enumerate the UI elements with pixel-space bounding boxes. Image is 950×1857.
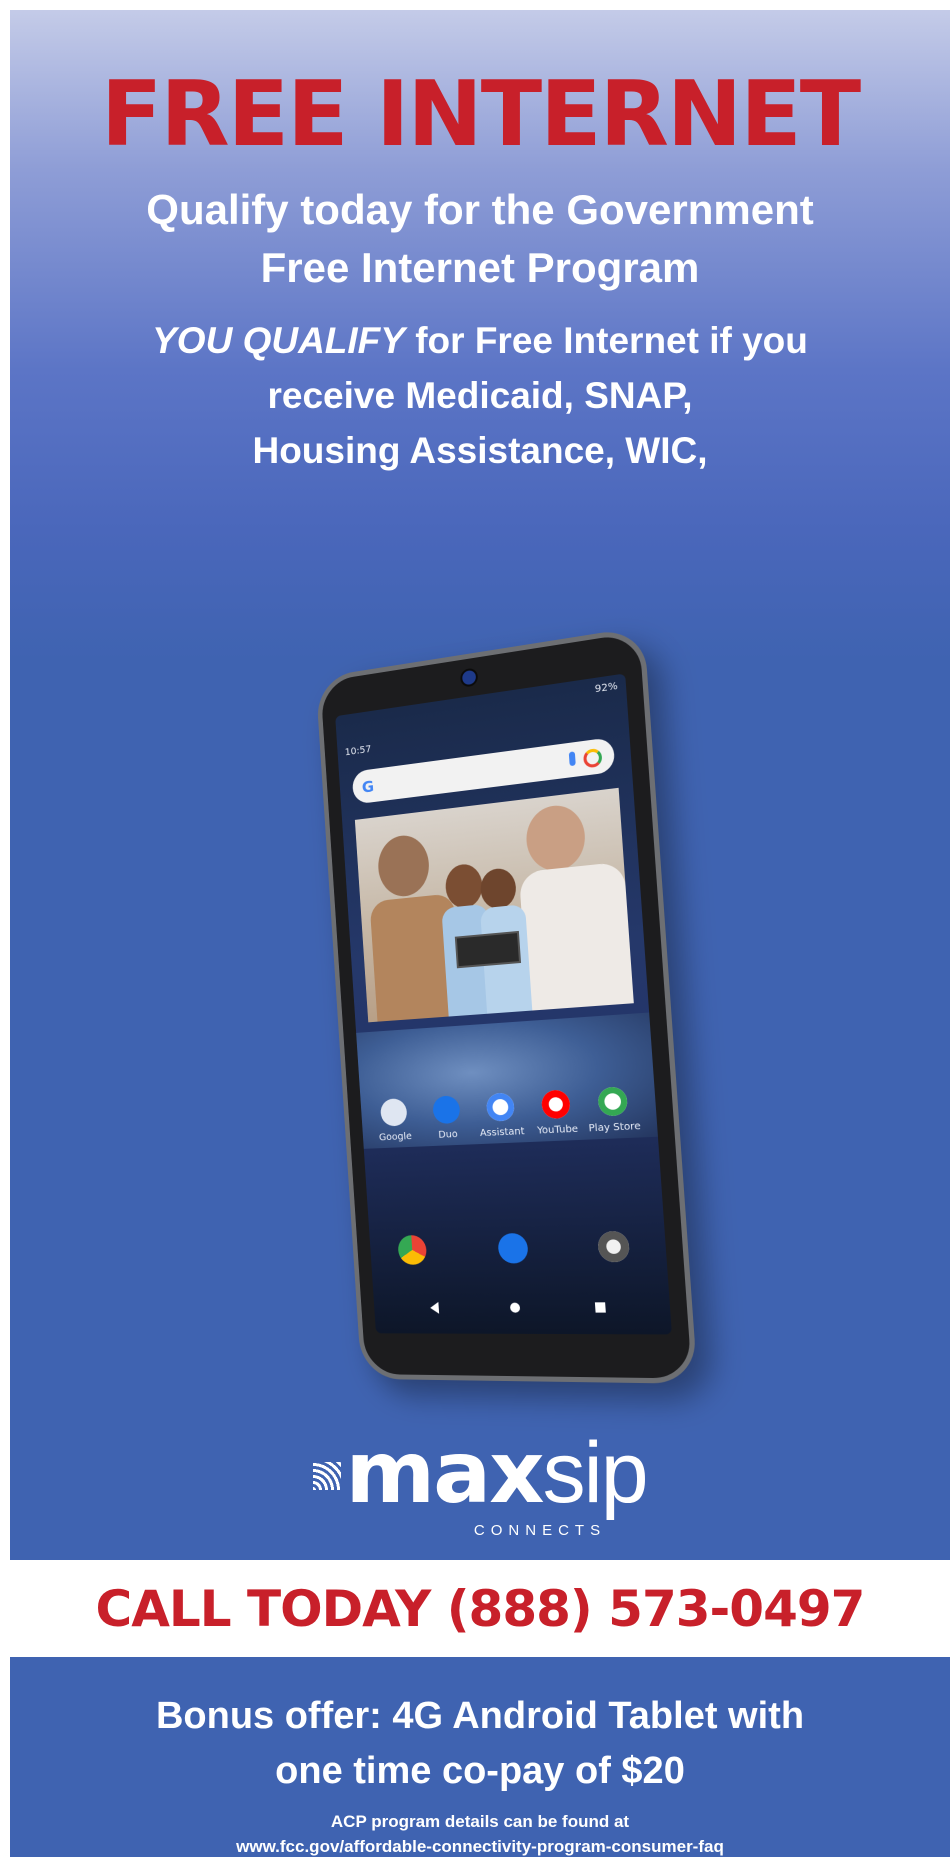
bonus-offer-line-2: one time co-pay of $20	[275, 1750, 685, 1792]
youtube-icon	[540, 1089, 571, 1120]
google-folder-icon	[379, 1098, 408, 1127]
app-youtube[interactable]: YouTube	[528, 1089, 585, 1137]
app-google[interactable]: Google	[368, 1097, 421, 1143]
brand-tagline: CONNECTS	[473, 1522, 607, 1539]
brand-wordmark: maxsip	[10, 1430, 950, 1516]
assistant-icon	[485, 1092, 516, 1122]
app-label-duo: Duo	[438, 1129, 459, 1141]
subheadline-line-2: Free Internet Program	[260, 244, 700, 291]
status-time: 10:57	[344, 744, 372, 759]
app-label-google: Google	[378, 1131, 413, 1144]
qualify-line-1-rest: for Free Internet if you	[404, 320, 808, 361]
grandmother-figure	[524, 802, 588, 874]
child-figure-2	[479, 866, 518, 911]
headline: FREE INTERNET	[100, 62, 861, 167]
back-icon[interactable]	[429, 1301, 440, 1314]
brand-name-light: sip	[542, 1425, 649, 1521]
app-duo[interactable]: Duo	[420, 1095, 474, 1142]
qualify-line-1: YOU QUALIFY for Free Internet if you	[70, 315, 890, 367]
status-battery: 92%	[594, 680, 619, 696]
status-bar: 10:57 92%	[343, 680, 619, 758]
advertisement: FREE INTERNET Qualify today for the Gove…	[10, 10, 950, 1857]
contacts-icon[interactable]	[497, 1232, 529, 1264]
app-assistant[interactable]: Assistant	[473, 1092, 529, 1140]
tablet-image: 10:57 92% G Google Duo Assistant YouTube…	[315, 626, 698, 1390]
google-icon: G	[361, 776, 375, 797]
subheadline-line-1: Qualify today for the Government	[146, 186, 814, 233]
call-to-action-bar: CALL TODAY (888) 573-0497	[10, 1560, 950, 1657]
app-label-play-store: Play Store	[588, 1120, 642, 1135]
camera-icon	[459, 667, 479, 688]
family-photo	[354, 787, 634, 1023]
grandmother-body	[518, 861, 634, 1011]
lens-icon	[582, 747, 603, 769]
dock	[369, 1220, 668, 1285]
qualify-line-2: receive Medicaid, SNAP,	[267, 375, 693, 416]
brand-name-bold: max	[345, 1423, 544, 1523]
camera-app-icon[interactable]	[597, 1230, 631, 1263]
recents-icon[interactable]	[594, 1302, 606, 1313]
mic-icon	[568, 751, 576, 767]
call-to-action[interactable]: CALL TODAY (888) 573-0497	[96, 1580, 866, 1638]
app-play-store[interactable]: Play Store	[584, 1086, 643, 1135]
app-label-youtube: YouTube	[536, 1123, 579, 1137]
fine-print-url[interactable]: www.fcc.gov/affordable-connectivity-prog…	[70, 1835, 890, 1857]
app-row: Google Duo Assistant YouTube Play Store	[368, 1085, 651, 1168]
grandfather-figure	[376, 832, 431, 899]
small-tablet-in-photo	[454, 930, 522, 969]
tablet-screen: 10:57 92% G Google Duo Assistant YouTube…	[335, 673, 672, 1335]
fine-print-line-1: ACP program details can be found at	[330, 1812, 630, 1831]
navigation-bar	[373, 1293, 671, 1324]
qualify-line-3: Housing Assistance, WIC,	[252, 430, 708, 471]
brand-logo: maxsip CONNECTS	[10, 1430, 950, 1539]
bonus-offer-line-1: Bonus offer: 4G Android Tablet with	[155, 1695, 805, 1737]
home-icon[interactable]	[509, 1302, 521, 1313]
tablet-device: 10:57 92% G Google Duo Assistant YouTube…	[315, 626, 698, 1384]
chrome-icon[interactable]	[397, 1234, 428, 1265]
duo-icon	[432, 1095, 461, 1125]
wifi-signal-icon	[313, 1462, 342, 1490]
qualify-emphasis: YOU QUALIFY	[152, 320, 405, 361]
play-store-icon	[597, 1086, 629, 1117]
app-label-assistant: Assistant	[479, 1126, 525, 1140]
